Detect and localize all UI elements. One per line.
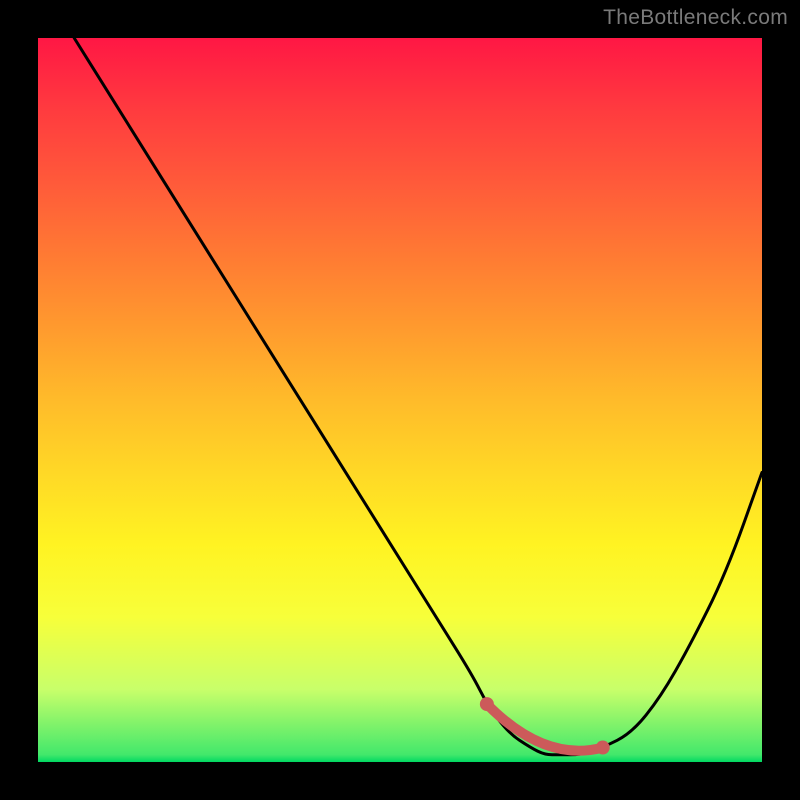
chart-frame: TheBottleneck.com — [0, 0, 800, 800]
bottleneck-curve — [74, 38, 762, 755]
optimal-range-end-dot — [596, 741, 610, 755]
optimal-range-start-dot — [480, 697, 494, 711]
watermark-label: TheBottleneck.com — [603, 6, 788, 30]
bottleneck-curve-svg — [38, 38, 762, 762]
plot-area — [38, 38, 762, 762]
